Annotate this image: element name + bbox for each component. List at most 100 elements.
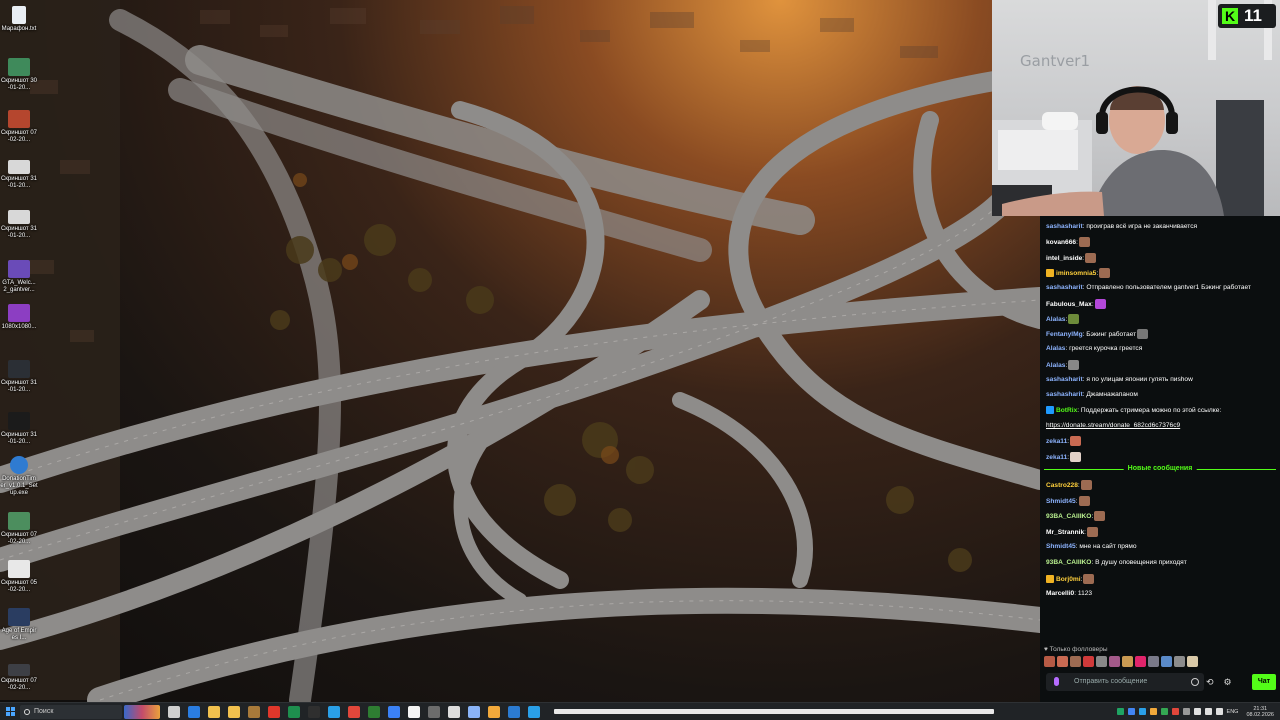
desktop-icon-screenshot[interactable]: Скриншот 07-02-20... [0,512,38,546]
emote-icon[interactable] [1187,656,1198,667]
emoji-icon[interactable] [1191,678,1199,686]
taskbar-app-icon[interactable] [468,705,480,718]
chat-username[interactable]: sashasharit [1046,223,1083,230]
language-indicator[interactable]: ENG [1227,709,1239,715]
chat-message: sashasharit: проиграв всё игра не заканч… [1046,222,1274,231]
emote-icon[interactable] [1057,656,1068,667]
chat-username[interactable]: sashasharit [1046,284,1083,291]
desktop-icon-gta-welcome[interactable]: GTA_Welc... 2_gantver... [0,260,38,294]
chat-username[interactable]: Alalas [1046,361,1065,368]
desktop-icon-screenshot[interactable]: Скриншот 31-01-20... [0,360,38,394]
desktop-icon-screenshot[interactable]: Скриншот 05-02-20... [0,560,38,594]
taskbar-app-icon[interactable] [228,705,240,718]
start-button[interactable] [0,703,20,720]
emote-icon[interactable] [1083,656,1094,667]
emote-icon[interactable] [1122,656,1133,667]
desktop-icon-1080x1080[interactable]: 1080x1080... [0,304,38,331]
taskbar-app-icon[interactable] [388,705,400,718]
taskbar-app-icon[interactable] [448,705,460,718]
tray-icon[interactable] [1138,708,1146,715]
desktop-icon-label: Age of Empires I... [1,628,37,641]
taskbar-app-icon[interactable] [188,705,200,718]
chat-link[interactable]: https://donate.stream/donate_682cd6c7376… [1046,422,1180,429]
chat-username[interactable]: kovan666 [1046,239,1076,246]
chat-text: : [1091,512,1094,520]
chat-username[interactable]: Alalas [1046,345,1065,352]
taskbar-search-box[interactable]: Поиск [20,704,122,719]
desktop-icon-screenshot[interactable]: Скриншот 31-01-20... [0,412,38,446]
chat-username[interactable]: Mr_Strannik [1046,529,1084,536]
chat-username[interactable]: Castro228 [1046,482,1078,489]
taskbar-app-icon[interactable] [368,705,380,718]
desktop-icon-marathon-txt[interactable]: Марафон.txt [0,6,38,33]
emote-icon[interactable] [1109,656,1120,667]
kick-logo-icon: K [1222,8,1238,24]
chat-username[interactable]: iminsomnia5 [1056,270,1096,277]
desktop-icon-screenshot[interactable]: Скриншот 07-02-20... [0,110,38,144]
taskbar-app-icon[interactable] [348,705,360,718]
chat-message-input[interactable]: Отправить сообщение [1046,673,1204,691]
taskbar-clock[interactable]: 21:31 08.02.2026 [1246,706,1274,718]
desktop-icon-screenshot[interactable]: Скриншот 31-01-20... [0,160,38,190]
chat-tools: ⟲ ⚙ [1206,677,1232,688]
chat-username[interactable]: Fabulous_Max [1046,300,1092,307]
taskbar-app-icon[interactable] [248,705,260,718]
tray-icon[interactable] [1193,708,1201,715]
image-file-icon [8,304,30,322]
chat-send-button[interactable]: Чат [1252,674,1276,690]
chat-username[interactable]: Alalas [1046,316,1065,323]
chat-username[interactable]: Shmidt45 [1046,543,1076,550]
tray-icon[interactable] [1204,708,1212,715]
settings-gear-icon[interactable]: ⚙ [1224,677,1232,688]
chat-username[interactable]: 93BA_CAIIIKO [1046,559,1091,566]
recent-emotes-bar[interactable] [1044,656,1198,667]
emote-icon[interactable] [1148,656,1159,667]
chat-text: : [1077,481,1080,489]
desktop-icon-donationtimer-setup[interactable]: DonationTim er_v1.0.1_Set up.exe [0,456,38,497]
chat-username[interactable]: BotRix [1056,407,1077,414]
tray-icon[interactable] [1171,708,1179,715]
tray-icon[interactable] [1116,708,1124,715]
emote-icon[interactable] [1174,656,1185,667]
chat-username[interactable]: sashasharit [1046,391,1083,398]
taskbar-app-icon[interactable] [208,705,220,718]
tray-icon[interactable] [1215,708,1223,715]
taskbar-app-icon[interactable] [288,705,300,718]
taskbar-app-icon[interactable] [408,705,420,718]
chat-username[interactable]: 93BA_CAIIIKO [1046,513,1091,520]
emote-icon[interactable] [1135,656,1146,667]
chat-username[interactable]: FentanylMg [1046,331,1083,338]
taskbar-app-icon[interactable] [528,705,540,718]
taskbar-app-icon[interactable] [308,705,320,718]
desktop-icon-screenshot[interactable]: Скриншот 07-02-20... [0,664,38,692]
search-highlight-image[interactable] [124,704,160,719]
emote-icon[interactable] [1096,656,1107,667]
search-icon [24,708,30,715]
emote-icon[interactable] [1161,656,1172,667]
taskbar-app-icon[interactable] [488,705,500,718]
chat-username[interactable]: Borj0mi [1056,575,1081,582]
chat-username[interactable]: Shmidt45 [1046,497,1076,504]
taskbar-app-icon[interactable] [168,705,180,718]
microphone-icon[interactable] [1054,677,1059,686]
taskbar-app-icon[interactable] [328,705,340,718]
taskbar-app-icon[interactable] [268,705,280,718]
chat-username[interactable]: Marcelli0 [1046,590,1074,597]
desktop-icon-screenshot[interactable]: Скриншот 30-01-20... [0,58,38,92]
chat-username[interactable]: sashasharit [1046,376,1083,383]
chat-username[interactable]: intel_inside [1046,254,1082,261]
emote-icon[interactable] [1044,656,1055,667]
taskbar-app-icon[interactable] [508,705,520,718]
tray-icon[interactable] [1127,708,1135,715]
desktop-icon-screenshot[interactable]: Скриншот 31-01-20... [0,210,38,240]
tray-icon[interactable] [1149,708,1157,715]
desktop-icon-label: Скриншот 07-02-20... [0,678,38,691]
chat-users-icon[interactable]: ⟲ [1206,677,1214,688]
tray-icon[interactable] [1182,708,1190,715]
chat-username[interactable]: zeka11 [1046,438,1067,445]
desktop-icon-age-of-empires[interactable]: Age of Empires I... [0,608,38,642]
chat-username[interactable]: zeka11 [1046,453,1067,460]
taskbar-app-icon[interactable] [428,705,440,718]
emote-icon[interactable] [1070,656,1081,667]
tray-icon[interactable] [1160,708,1168,715]
